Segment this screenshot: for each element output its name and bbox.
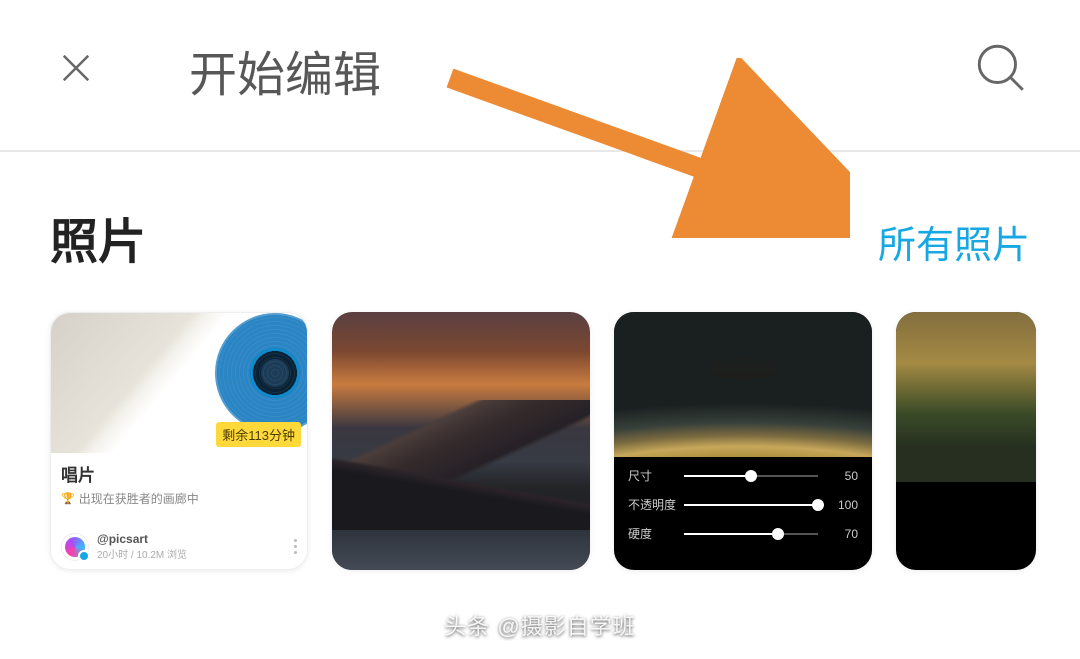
vinyl-icon [215,313,307,433]
card-title: 唱片 [61,461,297,486]
close-icon[interactable] [55,47,97,94]
photo-card-landscape[interactable] [896,312,1036,570]
slider-label: 尺寸 [628,467,672,484]
card-image [896,312,1036,482]
slider-value: 70 [830,527,858,541]
all-photos-link[interactable]: 所有照片 [878,214,1030,269]
slider-value: 50 [830,469,858,483]
photo-card-mountain[interactable] [332,312,590,570]
section-title: 照片 [50,202,146,272]
header-bar: 开始编辑 [0,0,1080,152]
lake-shape [332,530,590,570]
mountain-shape [332,400,590,530]
card-subtitle: 🏆 出现在获胜者的画廊中 [61,490,297,507]
search-icon[interactable] [972,39,1030,102]
slider-track[interactable] [684,475,818,477]
slider-opacity[interactable]: 不透明度 100 [628,496,858,513]
card-body: 唱片 🏆 出现在获胜者的画廊中 [51,453,307,507]
user-meta: 20小时 / 10.2M 浏览 [97,546,187,561]
card-footer: @picsart 20小时 / 10.2M 浏览 [51,522,307,569]
slider-value: 100 [830,498,858,512]
more-icon[interactable] [294,539,297,554]
avatar[interactable] [61,533,89,561]
slider-track[interactable] [684,533,818,535]
header-left: 开始编辑 [55,35,381,105]
photo-card-record[interactable]: 剩余113分钟 唱片 🏆 出现在获胜者的画廊中 @picsart 20小时 / … [50,312,308,570]
page-title: 开始编辑 [189,35,381,105]
user-info: @picsart 20小时 / 10.2M 浏览 [97,532,187,561]
card-subtitle-text: 出现在获胜者的画廊中 [79,490,199,507]
slider-track[interactable] [684,504,818,506]
slider-hardness[interactable]: 硬度 70 [628,525,858,542]
verified-badge-icon [78,550,90,562]
slider-label: 硬度 [628,525,672,542]
photo-row: 剩余113分钟 唱片 🏆 出现在获胜者的画廊中 @picsart 20小时 / … [0,312,1080,570]
trophy-icon: 🏆 [61,492,75,505]
slider-label: 不透明度 [628,496,672,513]
slider-size[interactable]: 尺寸 50 [628,467,858,484]
photos-section-header: 照片 所有照片 [0,152,1080,312]
username: @picsart [97,532,187,546]
watermark: 头条 @摄影自学班 [444,609,635,641]
time-remaining-badge: 剩余113分钟 [216,422,301,447]
card-image [614,312,872,457]
photo-card-editing[interactable]: 尺寸 50 不透明度 100 硬度 [614,312,872,570]
slider-panel: 尺寸 50 不透明度 100 硬度 [614,457,872,564]
card-image: 剩余113分钟 [51,313,307,453]
